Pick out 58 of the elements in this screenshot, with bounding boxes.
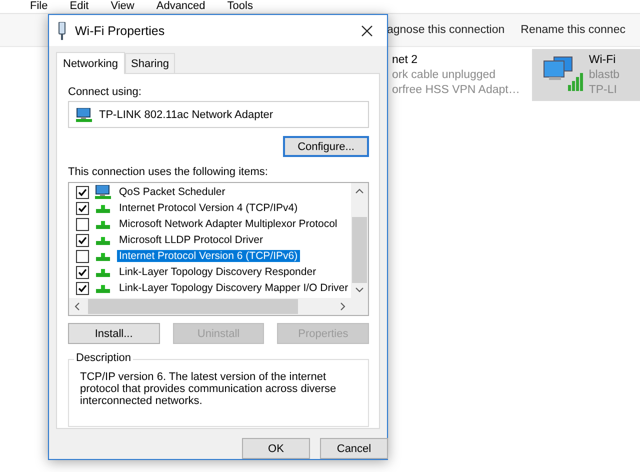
connection-text: blastb	[588, 68, 620, 83]
scroll-down-icon[interactable]	[355, 285, 364, 294]
scroll-left-icon[interactable]	[73, 302, 82, 312]
toolbar-command[interactable]: agnose this connection	[387, 24, 505, 36]
list-item[interactable]: Internet Protocol Version 4 (TCP/IPv4)	[117, 202, 300, 214]
menu-item[interactable]: File	[30, 0, 48, 12]
horizontal-scrollbar[interactable]	[69, 298, 351, 316]
list-item[interactable]: QoS Packet Scheduler	[117, 186, 228, 198]
checkbox[interactable]	[76, 234, 89, 247]
checkbox[interactable]	[76, 250, 89, 263]
scrollbar-thumb[interactable]	[352, 216, 367, 283]
list-item[interactable]: Internet Protocol Version 6 (TCP/IPv6)	[117, 250, 300, 262]
list-item[interactable]: Link-Layer Topology Discovery Responder	[117, 266, 318, 278]
dialog-button[interactable]: OK	[242, 438, 310, 459]
dialog-button[interactable]: Cancel	[320, 438, 388, 459]
protocol-icon	[96, 203, 110, 214]
list-item[interactable]: Microsoft Network Adapter Multiplexor Protocol	[117, 218, 340, 230]
menu-item[interactable]: View	[110, 0, 134, 12]
scroll-right-icon[interactable]	[338, 302, 347, 312]
checkbox[interactable]	[76, 218, 89, 231]
checkbox[interactable]	[76, 186, 89, 199]
menu-item[interactable]: Edit	[70, 0, 89, 12]
connection-text: ork cable unplugged	[392, 68, 497, 83]
action-button[interactable]: Install...	[68, 323, 160, 344]
checkbox[interactable]	[76, 282, 89, 295]
tab[interactable]: Networking	[56, 52, 126, 74]
list-item[interactable]: Microsoft LLDP Protocol Driver	[117, 234, 265, 246]
network-adapter-icon	[57, 22, 67, 40]
monitor-icon	[94, 185, 112, 200]
connection-text: orfree HSS VPN Adapt…	[392, 83, 520, 98]
vertical-scrollbar[interactable]	[351, 183, 368, 298]
configure-button[interactable]: Configure...	[283, 136, 369, 158]
protocol-icon	[96, 235, 110, 246]
network-adapter-icon	[75, 108, 93, 122]
description-text: TCP/IP version 6. The latest version of the internet protocol that provides communication across diverse interconnected networks.	[80, 371, 338, 408]
tab[interactable]: Sharing	[125, 53, 175, 74]
connection-text: net 2	[392, 53, 419, 68]
menu-item[interactable]: Advanced	[156, 0, 206, 12]
toolbar-command[interactable]: Rename this connec	[520, 24, 626, 36]
protocol-icon	[96, 219, 110, 230]
list-item[interactable]: Link-Layer Topology Discovery Mapper I/O Driver	[117, 282, 350, 294]
adapter-field: TP-LINK 802.11ac Network Adapter	[68, 101, 369, 128]
close-icon[interactable]	[361, 24, 373, 37]
group-title: Description	[74, 352, 134, 364]
protocol-icon	[96, 251, 110, 262]
checkbox[interactable]	[76, 266, 89, 279]
window-title: Wi-Fi Properties	[75, 24, 166, 38]
connection-text: Wi-Fi	[588, 53, 617, 68]
connection-text: TP-LI	[588, 83, 618, 98]
scrollbar-thumb[interactable]	[88, 299, 298, 314]
menu-item[interactable]: Tools	[227, 0, 253, 12]
field-label: Connect using:	[68, 86, 142, 98]
protocol-icon	[96, 267, 110, 278]
connection-tile[interactable]: Wi-Fi blastb TP-LI	[532, 49, 640, 101]
list-label: This connection uses the following items:	[68, 166, 269, 178]
protocol-icon	[96, 283, 110, 294]
checkbox[interactable]	[76, 202, 89, 215]
connection-tile[interactable]: net 2 ork cable unplugged orfree HSS VPN Adapt…	[388, 49, 524, 101]
